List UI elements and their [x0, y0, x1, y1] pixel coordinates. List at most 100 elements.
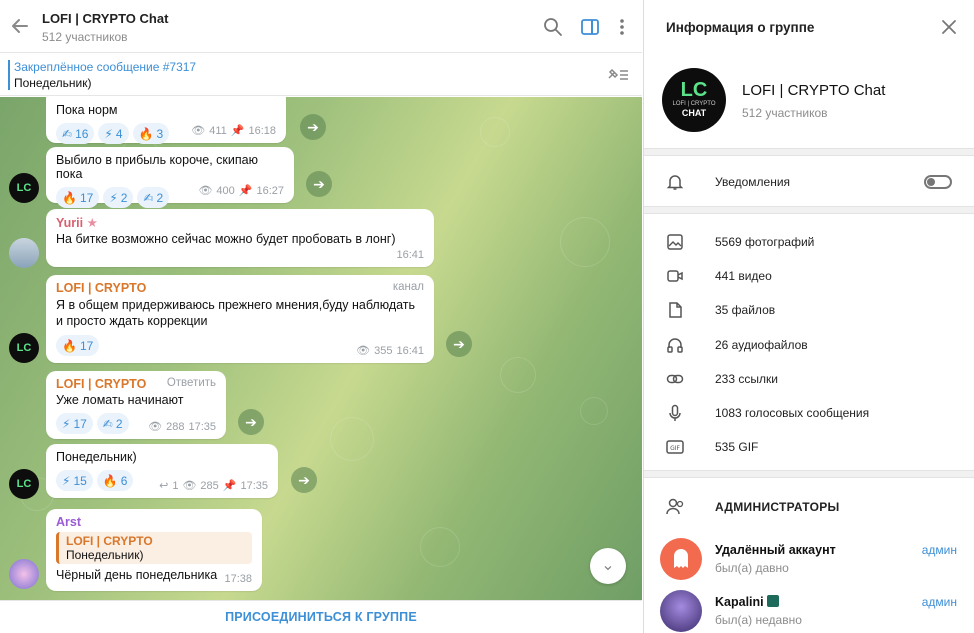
forward-icon[interactable]: ➔ — [291, 467, 317, 493]
reaction-emoji: ✍ — [62, 126, 73, 141]
reaction-chip[interactable]: 🔥 3 — [132, 123, 170, 144]
media-row-videos[interactable]: 441 видео — [644, 259, 974, 293]
reply-quote[interactable]: LOFI | CRYPTO Понедельник) — [56, 532, 252, 564]
reaction-emoji: ⚡ — [62, 473, 71, 488]
author-name[interactable]: LOFI | CRYPTO — [56, 377, 146, 391]
message-text: Я в общем придерживаюсь прежнего мнения,… — [56, 298, 416, 328]
views-count: 400 — [216, 184, 235, 197]
star-icon: ★ — [86, 216, 98, 230]
reaction-chip[interactable]: 🔥 17 — [56, 335, 100, 356]
media-row-photos[interactable]: 5569 фотографий — [644, 225, 974, 259]
avatar — [660, 590, 702, 632]
views-count: 411 — [209, 124, 227, 137]
forward-icon[interactable]: ➔ — [446, 331, 472, 357]
channel-tag: канал — [392, 281, 424, 293]
media-row-files[interactable]: 35 файлов — [644, 293, 974, 327]
search-icon[interactable] — [543, 17, 563, 37]
pinned-indicator — [8, 60, 10, 90]
notifications-toggle[interactable] — [924, 175, 952, 189]
message-bubble[interactable]: Arst LOFI | CRYPTO Понедельник) Чёрный д… — [46, 509, 262, 591]
reaction-chip[interactable]: ⚡ 15 — [56, 470, 93, 491]
pinned-title: Закреплённое сообщение #7317 — [14, 60, 197, 74]
forward-icon[interactable]: ➔ — [300, 114, 326, 140]
join-group-button[interactable]: ПРИСОЕДИНИТЬСЯ К ГРУППЕ — [225, 610, 417, 624]
message-bubble[interactable]: Yurii ★ На битке возможно сейчас можно б… — [46, 209, 434, 267]
message-bubble[interactable]: Понедельник) ⚡ 15 🔥 6 ↩ 1 👁 285 📌 17:35 — [46, 444, 278, 498]
group-avatar-sub: LOFI | CRYPTO — [672, 101, 716, 107]
pinned-message[interactable]: Закреплённое сообщение #7317 Понедельник… — [0, 54, 642, 96]
message-list[interactable]: Пока норм ✍ 16 ⚡ 4 🔥 3 👁 411 📌 16:18 ➔ LC Выби… — [0, 97, 642, 600]
media-label: 535 GIF — [715, 440, 759, 454]
media-label: 26 аудиофайлов — [715, 338, 808, 352]
author-name[interactable]: LOFI | CRYPTO — [56, 281, 146, 295]
chat-header: LOFI | CRYPTO Chat 512 участников — [0, 0, 642, 53]
notifications-label: Уведомления — [715, 175, 791, 189]
group-name: LOFI | CRYPTO Chat — [742, 82, 886, 99]
avatar[interactable]: LC — [9, 333, 39, 363]
divider — [644, 470, 974, 478]
message-bubble[interactable]: Выбило в прибыль короче, скипаю пока 🔥 17… — [46, 147, 294, 208]
sidebar-toggle-icon[interactable] — [580, 17, 600, 37]
reply-button[interactable]: Ответить — [167, 377, 216, 391]
media-row-links[interactable]: 233 ссылки — [644, 362, 974, 396]
chat-title[interactable]: LOFI | CRYPTO Chat — [42, 11, 168, 26]
replies-count[interactable]: 1 — [172, 480, 178, 492]
views-icon: 👁 — [356, 345, 371, 357]
forward-icon[interactable]: ➔ — [238, 409, 264, 435]
media-row-gif[interactable]: GIF 535 GIF — [644, 430, 974, 464]
reaction-emoji: 🔥 — [102, 473, 118, 488]
more-menu-icon[interactable] — [612, 17, 632, 37]
divider — [644, 206, 974, 214]
admin-name-text: Kapalini — [715, 595, 764, 609]
author-row: LOFI | CRYPTO Ответить — [56, 377, 216, 391]
avatar[interactable] — [9, 238, 39, 268]
scroll-down-button[interactable]: ⌄ — [590, 548, 626, 584]
admin-role: админ — [921, 543, 957, 557]
reaction-chip[interactable]: ✍ 2 — [137, 187, 170, 208]
reaction-chip[interactable]: ✍ 2 — [96, 413, 129, 434]
pinned-list-icon[interactable] — [606, 66, 630, 84]
message-time: 16:41 — [396, 344, 424, 357]
svg-text:GIF: GIF — [670, 445, 680, 452]
admin-row[interactable]: Kapalini был(а) недавно админ — [644, 588, 974, 633]
close-icon[interactable] — [940, 18, 958, 36]
reply-icon: ↩ — [159, 480, 169, 492]
avatar[interactable]: LC — [9, 173, 39, 203]
group-members[interactable]: 512 участников — [742, 106, 828, 120]
pin-icon: 📌 — [222, 480, 237, 492]
quote-text: Понедельник) — [66, 548, 144, 562]
message-bubble[interactable]: LOFI | CRYPTO Ответить Уже ломать начина… — [46, 371, 226, 439]
reaction-chip[interactable]: 🔥 6 — [96, 470, 134, 491]
bell-icon — [666, 173, 684, 191]
reaction-emoji: 🔥 — [62, 190, 77, 205]
media-row-voice[interactable]: 1083 голосовых сообщения — [644, 396, 974, 430]
message-time: 17:35 — [188, 420, 216, 433]
back-arrow-icon[interactable] — [8, 14, 32, 38]
admin-name: Kapalini — [715, 595, 780, 609]
admin-row[interactable]: Удалённый аккаунт был(а) давно админ — [644, 536, 974, 582]
avatar[interactable] — [9, 559, 39, 589]
media-label: 233 ссылки — [715, 372, 778, 386]
author-name[interactable]: Yurii ★ — [56, 215, 424, 230]
group-avatar-logo: LC — [680, 79, 708, 101]
media-row-audio[interactable]: 26 аудиофайлов — [644, 328, 974, 362]
reaction-emoji: ⚡ — [109, 190, 118, 205]
reaction-chip[interactable]: ⚡ 2 — [103, 187, 134, 208]
quote-author: LOFI | CRYPTO — [66, 534, 153, 548]
forward-icon[interactable]: ➔ — [306, 171, 332, 197]
reaction-chip[interactable]: 🔥 17 — [56, 187, 100, 208]
reaction-chip[interactable]: ✍ 16 — [56, 123, 95, 144]
message-meta: 17:38 — [224, 573, 252, 585]
gif-icon: GIF — [666, 438, 684, 456]
avatar[interactable]: LC — [9, 469, 39, 499]
group-avatar[interactable]: LC LOFI | CRYPTO CHAT — [662, 68, 726, 132]
reaction-chip[interactable]: ⚡ 4 — [98, 123, 129, 144]
message-bubble[interactable]: LOFI | CRYPTO канал Я в общем придержива… — [46, 275, 434, 363]
reaction-chip[interactable]: ⚡ 17 — [56, 413, 93, 434]
author-name[interactable]: Arst — [56, 515, 252, 529]
admin-status: был(а) давно — [715, 561, 789, 575]
reaction-emoji: 🔥 — [138, 126, 154, 141]
message-bubble[interactable]: Пока норм ✍ 16 ⚡ 4 🔥 3 👁 411 📌 16:18 — [46, 97, 286, 144]
message-text: На битке возможно сейчас можно будет про… — [56, 232, 396, 246]
message-meta: 👁 400 📌 16:27 — [198, 184, 284, 198]
